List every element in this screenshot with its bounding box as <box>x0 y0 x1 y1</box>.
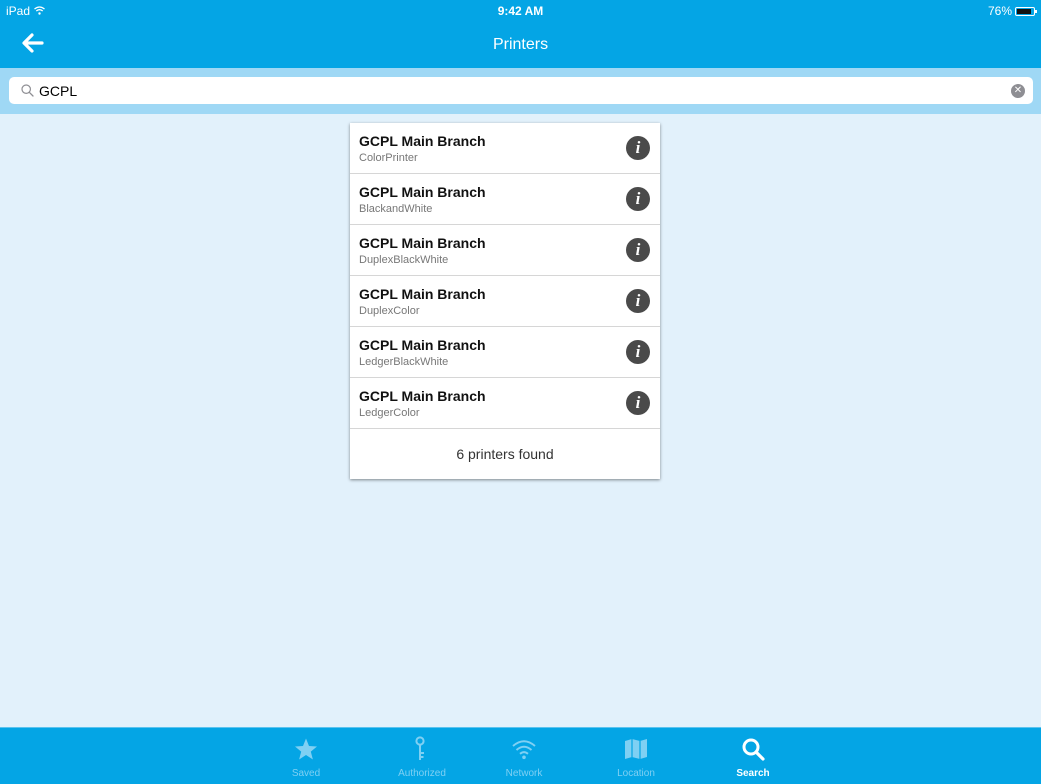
search-icon <box>713 736 793 762</box>
tab-saved[interactable]: Saved <box>266 736 346 779</box>
top-bar: iPad 9:42 AM 76% Printers <box>0 0 1041 68</box>
printer-row[interactable]: GCPL Main Branch LedgerColor i <box>350 378 660 429</box>
results-count: 6 printers found <box>456 446 554 462</box>
battery-percent: 76% <box>987 4 1012 18</box>
tab-label: Location <box>617 768 655 779</box>
search-input[interactable] <box>39 82 1011 99</box>
tab-search[interactable]: Search <box>713 736 793 779</box>
printer-name: GCPL Main Branch <box>359 388 486 404</box>
status-battery: 76% <box>987 4 1037 18</box>
info-icon[interactable]: i <box>626 187 650 211</box>
tab-authorized[interactable]: Authorized <box>382 736 462 779</box>
printer-name: GCPL Main Branch <box>359 286 486 302</box>
printer-row[interactable]: GCPL Main Branch DuplexBlackWhite i <box>350 225 660 276</box>
tab-label: Search <box>736 768 770 779</box>
info-icon[interactable]: i <box>626 391 650 415</box>
tab-bar: Saved Authorized Network Location Search <box>0 727 1041 784</box>
map-icon <box>596 736 676 762</box>
search-bar: ✕ <box>0 68 1041 114</box>
printer-row[interactable]: GCPL Main Branch BlackandWhite i <box>350 174 660 225</box>
printer-queue: ColorPrinter <box>359 152 418 164</box>
printer-row[interactable]: GCPL Main Branch LedgerBlackWhite i <box>350 327 660 378</box>
battery-icon <box>1015 6 1037 16</box>
printer-name: GCPL Main Branch <box>359 235 486 251</box>
printer-name: GCPL Main Branch <box>359 337 486 353</box>
tab-label: Authorized <box>398 768 446 779</box>
info-icon[interactable]: i <box>626 136 650 160</box>
page-title: Printers <box>492 36 549 53</box>
nav-bar: Printers <box>0 20 1041 68</box>
status-bar: iPad 9:42 AM 76% <box>0 0 1041 20</box>
wifi-icon <box>484 736 564 762</box>
tab-location[interactable]: Location <box>596 736 676 779</box>
printer-queue: BlackandWhite <box>359 203 433 215</box>
tab-label: Network <box>505 768 543 779</box>
clear-icon[interactable]: ✕ <box>1011 83 1025 98</box>
info-icon[interactable]: i <box>626 340 650 364</box>
printer-queue: LedgerBlackWhite <box>359 356 449 368</box>
search-icon <box>18 82 36 100</box>
printer-queue: DuplexColor <box>359 305 420 317</box>
tab-label: Saved <box>291 768 321 779</box>
search-field[interactable]: ✕ <box>9 77 1033 104</box>
app-screen: iPad 9:42 AM 76% Printers GCPL ✕ GCPL Ma… <box>0 0 1041 784</box>
printer-queue: DuplexBlackWhite <box>359 254 449 266</box>
info-icon[interactable]: i <box>626 238 650 262</box>
printer-name: GCPL Main Branch <box>359 184 486 200</box>
info-icon[interactable]: i <box>626 289 650 313</box>
printer-name: GCPL Main Branch <box>359 133 486 149</box>
star-icon <box>266 736 346 762</box>
tab-network[interactable]: Network <box>484 736 564 779</box>
printer-queue: LedgerColor <box>359 407 420 419</box>
printer-row[interactable]: GCPL Main Branch ColorPrinter i <box>350 123 660 174</box>
printer-results-list: GCPL Main Branch ColorPrinter i GCPL Main B… <box>350 123 660 479</box>
printer-row[interactable]: GCPL Main Branch DuplexColor i <box>350 276 660 327</box>
status-time: 9:42 AM <box>497 4 544 18</box>
key-icon <box>382 736 462 762</box>
